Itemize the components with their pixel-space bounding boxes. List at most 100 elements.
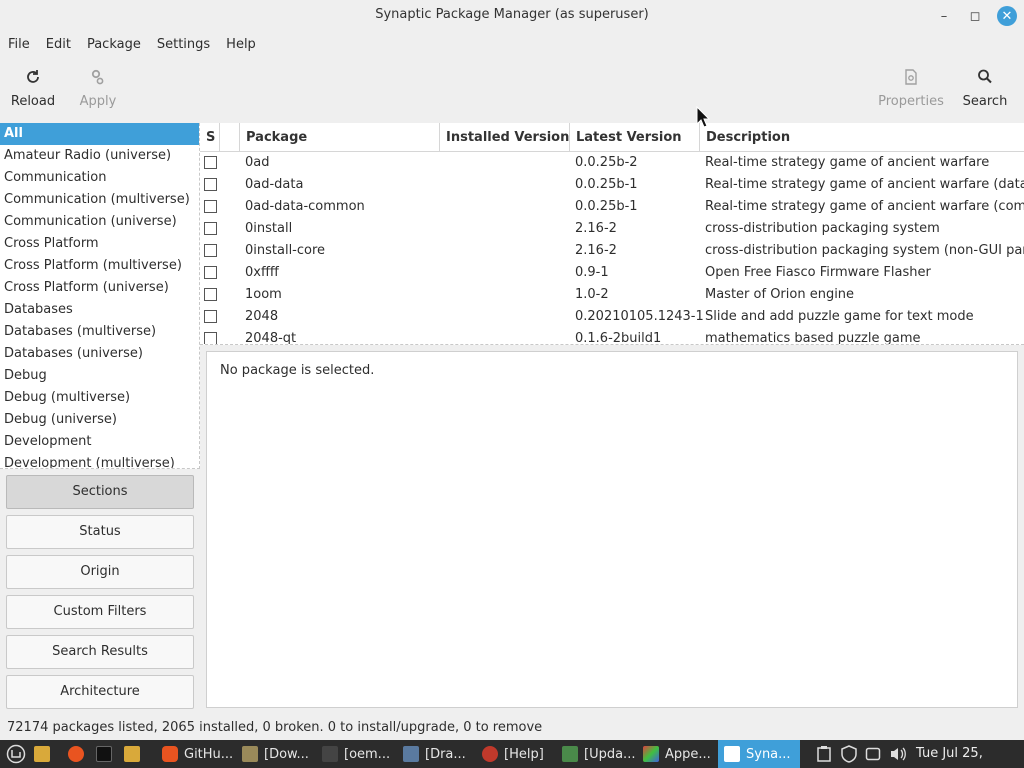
origin-filter-button[interactable]: Origin	[6, 555, 194, 589]
table-row[interactable]: 0install-core 2.16-2 cross-distribution …	[200, 240, 1024, 262]
clipboard-tray[interactable]	[816, 740, 832, 768]
menu-edit[interactable]: Edit	[38, 37, 79, 52]
reload-label: Reload	[10, 94, 56, 109]
window-list-tray[interactable]	[865, 740, 881, 768]
column-header-support[interactable]	[220, 123, 240, 152]
firefox-launcher[interactable]	[68, 740, 90, 768]
task-github[interactable]: GitHu...	[162, 740, 233, 768]
search-button[interactable]: Search	[962, 66, 1008, 109]
section-item[interactable]: Development	[0, 431, 199, 453]
table-row[interactable]: 1oom 1.0-2 Master of Orion engine	[200, 284, 1024, 306]
column-header-latest[interactable]: Latest Version	[570, 123, 700, 152]
apply-button[interactable]: Apply	[76, 66, 120, 109]
menu-settings[interactable]: Settings	[149, 37, 218, 52]
toolbar: Reload Apply Properties Search	[0, 58, 1024, 120]
package-name: 0ad-data	[245, 177, 304, 192]
menu-file[interactable]: File	[0, 37, 38, 52]
package-description: Master of Orion engine	[705, 287, 855, 302]
section-item[interactable]: Communication (universe)	[0, 211, 199, 233]
table-row[interactable]: 0ad-data 0.0.25b-1 Real-time strategy ga…	[200, 174, 1024, 196]
volume-tray[interactable]	[889, 740, 907, 768]
package-checkbox[interactable]	[204, 222, 217, 235]
section-item[interactable]: Databases (multiverse)	[0, 321, 199, 343]
package-name: 0ad-data-common	[245, 199, 365, 214]
help-icon	[482, 746, 498, 762]
latest-version: 0.0.25b-1	[575, 177, 638, 192]
clock[interactable]: Tue Jul 25, 00:41	[916, 740, 1024, 768]
search-label: Search	[962, 94, 1008, 109]
column-header-package[interactable]: Package	[240, 123, 440, 152]
section-item[interactable]: Cross Platform (multiverse)	[0, 255, 199, 277]
task-update-manager[interactable]: [Upda...	[562, 740, 635, 768]
status-filter-button[interactable]: Status	[6, 515, 194, 549]
package-description: Real-time strategy game of ancient warfa…	[705, 199, 1024, 214]
column-header-description[interactable]: Description	[700, 123, 1024, 152]
section-item[interactable]: Development (multiverse)	[0, 453, 199, 468]
task-help[interactable]: [Help]	[482, 740, 544, 768]
task-synaptic[interactable]: Syna...	[718, 740, 800, 768]
package-checkbox[interactable]	[204, 178, 217, 191]
architecture-filter-button[interactable]: Architecture	[6, 675, 194, 709]
show-desktop-button[interactable]	[34, 740, 56, 768]
latest-version: 0.9-1	[575, 265, 609, 280]
maximize-button[interactable]: ◻	[965, 6, 985, 26]
section-item[interactable]: Cross Platform (universe)	[0, 277, 199, 299]
section-item[interactable]: Debug (universe)	[0, 409, 199, 431]
menu-launcher-button[interactable]	[6, 740, 26, 768]
section-item[interactable]: Communication (multiverse)	[0, 189, 199, 211]
table-row[interactable]: 0install 2.16-2 cross-distribution packa…	[200, 218, 1024, 240]
task-appearance[interactable]: Appe...	[643, 740, 711, 768]
reload-icon	[24, 66, 42, 88]
package-name: 2048-qt	[245, 331, 297, 345]
table-row[interactable]: 0xffff 0.9-1 Open Free Fiasco Firmware F…	[200, 262, 1024, 284]
folder-icon	[242, 746, 258, 762]
table-row[interactable]: 2048 0.20210105.1243-1 Slide and add puz…	[200, 306, 1024, 328]
window-icon	[865, 747, 881, 761]
column-header-installed[interactable]: Installed Version	[440, 123, 570, 152]
menu-package[interactable]: Package	[79, 37, 149, 52]
table-row[interactable]: 0ad 0.0.25b-2 Real-time strategy game of…	[200, 152, 1024, 174]
package-checkbox[interactable]	[204, 244, 217, 257]
section-item[interactable]: Databases	[0, 299, 199, 321]
menu-help[interactable]: Help	[218, 37, 264, 52]
section-item[interactable]: Amateur Radio (universe)	[0, 145, 199, 167]
sections-filter-button[interactable]: Sections	[6, 475, 194, 509]
firefox-icon	[68, 746, 84, 762]
reload-button[interactable]: Reload	[10, 66, 56, 109]
search-results-button[interactable]: Search Results	[6, 635, 194, 669]
close-button[interactable]: ✕	[997, 6, 1017, 26]
terminal-launcher[interactable]	[96, 740, 118, 768]
section-item-all[interactable]: All	[0, 123, 199, 145]
table-row[interactable]: 0ad-data-common 0.0.25b-1 Real-time stra…	[200, 196, 1024, 218]
task-terminal[interactable]: [oem...	[322, 740, 390, 768]
properties-button[interactable]: Properties	[878, 66, 944, 109]
section-item[interactable]: Debug (multiverse)	[0, 387, 199, 409]
terminal-icon	[96, 746, 112, 762]
package-checkbox[interactable]	[204, 332, 217, 344]
update-tray[interactable]	[840, 740, 858, 768]
custom-filters-button[interactable]: Custom Filters	[6, 595, 194, 629]
section-item[interactable]: Communication	[0, 167, 199, 189]
minimize-button[interactable]: –	[934, 6, 954, 26]
menu-bar: File Edit Package Settings Help	[0, 32, 1024, 56]
package-checkbox[interactable]	[204, 266, 217, 279]
task-label: [Dow...	[264, 746, 309, 762]
package-name: 2048	[245, 309, 279, 324]
package-checkbox[interactable]	[204, 288, 217, 301]
properties-icon	[903, 66, 919, 88]
column-header-status[interactable]: S	[200, 123, 220, 152]
files-launcher[interactable]	[124, 740, 146, 768]
task-downloads[interactable]: [Dow...	[242, 740, 309, 768]
package-name: 0ad	[245, 155, 270, 170]
section-item[interactable]: Cross Platform	[0, 233, 199, 255]
package-checkbox[interactable]	[204, 156, 217, 169]
section-item[interactable]: Debug	[0, 365, 199, 387]
section-item[interactable]: Databases (universe)	[0, 343, 199, 365]
gears-icon	[90, 66, 106, 88]
table-row[interactable]: 2048-qt 0.1.6-2build1 mathematics based …	[200, 328, 1024, 345]
files-icon	[124, 746, 140, 762]
package-checkbox[interactable]	[204, 200, 217, 213]
package-checkbox[interactable]	[204, 310, 217, 323]
task-draft[interactable]: [Dra...	[403, 740, 466, 768]
editor-icon	[403, 746, 419, 762]
